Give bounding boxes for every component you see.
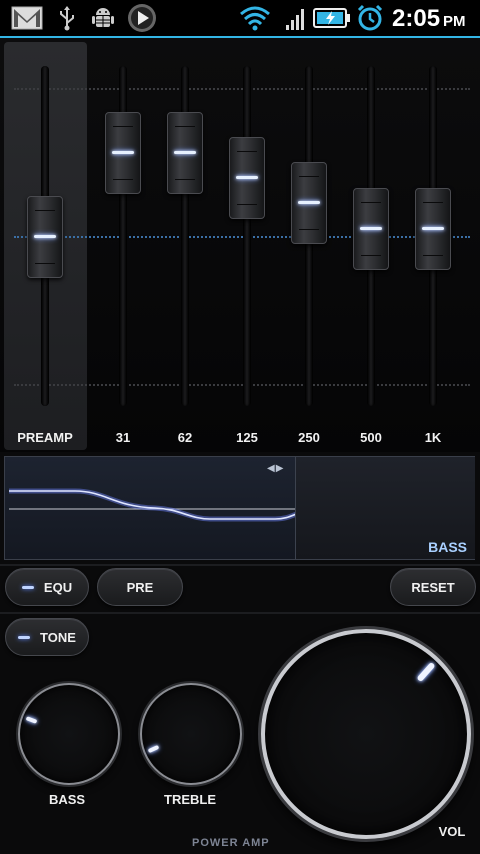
slider-led-icon <box>34 235 56 238</box>
treble-knob-label: TREBLE <box>164 792 216 807</box>
slider-led-icon <box>298 201 320 204</box>
treble-knob[interactable] <box>140 683 242 785</box>
equalizer-panel <box>0 38 480 452</box>
band-250-slider-thumb[interactable] <box>291 162 327 244</box>
status-bar: 2:05 PM <box>0 0 480 38</box>
reset-button-label: RESET <box>411 579 455 595</box>
divider <box>0 612 480 614</box>
band-125-slider-track[interactable] <box>243 66 251 406</box>
divider <box>0 564 480 566</box>
wifi-icon <box>238 4 272 32</box>
slider-led-icon <box>174 151 196 154</box>
led-indicator-icon <box>18 635 31 639</box>
slider-led-icon <box>360 227 382 230</box>
bass-knob[interactable] <box>18 683 120 785</box>
battery-charging-icon <box>312 4 352 32</box>
band-500-slider-thumb[interactable] <box>353 188 389 270</box>
eq-curve-graph[interactable]: ◀▶ BASS <box>4 456 475 560</box>
android-debug-icon <box>90 4 116 32</box>
equ-button-label: EQU <box>43 579 73 595</box>
clock: 2:05 PM <box>392 5 466 33</box>
band-label-250: 250 <box>298 430 320 445</box>
volume-knob-indicator <box>416 661 436 683</box>
equ-toggle-button[interactable]: EQU <box>5 568 89 606</box>
band-62-slider-thumb[interactable] <box>167 112 203 194</box>
usb-icon <box>56 4 78 32</box>
graph-scroll-arrows-icon[interactable]: ◀▶ <box>267 463 284 474</box>
clock-time: 2:05 <box>392 5 441 32</box>
graph-bass-label: BASS <box>428 539 467 555</box>
band-1k-slider-thumb[interactable] <box>415 188 451 270</box>
bass-knob-indicator <box>25 716 38 724</box>
eq-guide-line <box>14 384 470 386</box>
signal-icon <box>284 4 308 32</box>
band-label-500: 500 <box>360 430 382 445</box>
reset-button[interactable]: RESET <box>390 568 476 606</box>
volume-knob-label: VOL <box>438 824 466 839</box>
clock-ampm: PM <box>443 13 466 30</box>
brand-logo: POWER AMP <box>192 837 270 849</box>
slider-led-icon <box>422 227 444 230</box>
slider-led-icon <box>236 176 258 179</box>
tone-toggle-button[interactable]: TONE <box>5 618 89 656</box>
preset-button[interactable]: PRE <box>97 568 183 606</box>
tone-button-label: TONE <box>40 629 76 645</box>
slider-led-icon <box>112 151 134 154</box>
eq-guide-line <box>14 236 470 238</box>
preamp-slider-thumb[interactable] <box>27 196 63 278</box>
preset-button-label: PRE <box>126 579 154 595</box>
alarm-icon <box>355 4 385 32</box>
band-label-31: 31 <box>115 430 131 445</box>
band-31-slider-thumb[interactable] <box>105 112 141 194</box>
band-125-slider-thumb[interactable] <box>229 137 265 219</box>
band-label-1k: 1K <box>424 430 442 445</box>
preamp-label: PREAMP <box>17 430 73 445</box>
play-icon <box>126 4 158 32</box>
treble-knob-indicator <box>147 744 160 754</box>
gmail-icon <box>10 4 44 32</box>
band-label-125: 125 <box>236 430 258 445</box>
led-indicator-icon <box>21 585 34 589</box>
bass-knob-label: BASS <box>48 792 86 807</box>
eq-guide-line <box>14 88 470 90</box>
volume-knob[interactable] <box>261 629 471 839</box>
band-label-62: 62 <box>177 430 193 445</box>
